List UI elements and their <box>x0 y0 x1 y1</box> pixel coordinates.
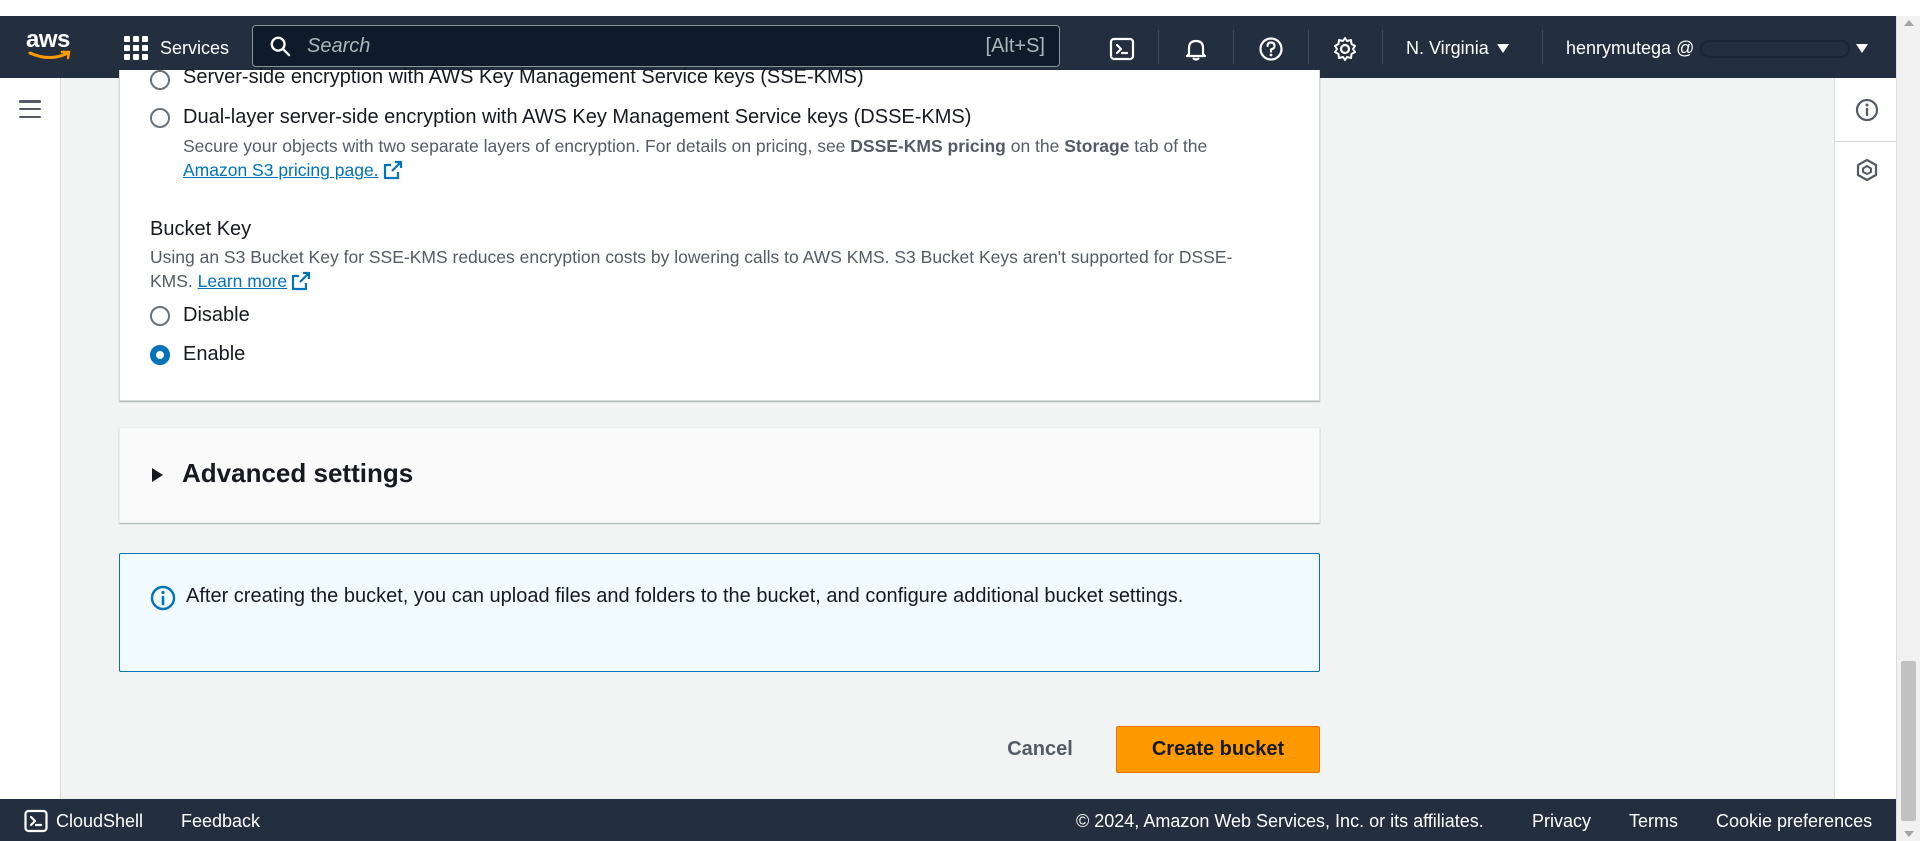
scrollbar-thumb[interactable] <box>1901 661 1916 821</box>
info-alert-message: After creating the bucket, you can uploa… <box>186 585 1184 607</box>
cookie-preferences-link[interactable]: Cookie preferences <box>1716 811 1872 832</box>
copyright-text: © 2024, Amazon Web Services, Inc. or its… <box>1076 811 1484 831</box>
info-panel-icon[interactable] <box>1855 98 1879 122</box>
cloudshell-icon <box>24 809 48 833</box>
privacy-link[interactable]: Privacy <box>1532 811 1591 832</box>
caret-down-icon <box>1496 44 1509 53</box>
page-scrollbar[interactable] <box>1896 16 1920 841</box>
search-shortcut-hint: [Alt+S] <box>985 34 1045 57</box>
disable-option-label: Disable <box>183 304 250 326</box>
nav-divider <box>1382 30 1383 64</box>
dsse-kms-description: Secure your objects with two separate la… <box>183 134 1283 182</box>
cloudshell-icon[interactable] <box>1109 36 1135 62</box>
external-link-icon <box>383 160 402 180</box>
services-label: Services <box>160 37 230 58</box>
console-footer: CloudShell Feedback © 2024, Amazon Web S… <box>0 799 1896 841</box>
search-box[interactable]: [Alt+S] <box>252 25 1060 67</box>
create-bucket-button[interactable]: Create bucket <box>1116 726 1320 773</box>
radio-dsse-kms[interactable] <box>150 108 170 128</box>
sse-kms-option-label: Server-side encryption with AWS Key Mana… <box>183 66 864 88</box>
nav-divider <box>1542 30 1543 64</box>
default-encryption-panel: Server-side encryption with AWS Key Mana… <box>119 66 1320 401</box>
s3-pricing-link[interactable]: Amazon S3 pricing page. <box>183 160 379 180</box>
services-menu-button[interactable]: Services <box>124 36 229 60</box>
notifications-bell-icon[interactable] <box>1183 36 1209 62</box>
enable-option-label: Enable <box>183 343 246 365</box>
nav-divider <box>1158 30 1159 64</box>
bucket-key-description: Using an S3 Bucket Key for SSE-KMS reduc… <box>150 245 1290 293</box>
nav-divider <box>1308 30 1309 64</box>
advanced-settings-title: Advanced settings <box>182 458 414 488</box>
caret-down-icon <box>1856 44 1869 53</box>
scroll-down-arrow-icon[interactable] <box>1904 831 1914 837</box>
radio-bucket-key-disable[interactable] <box>150 306 170 326</box>
terms-link[interactable]: Terms <box>1629 811 1678 832</box>
window-top-strip <box>0 0 1920 16</box>
help-icon[interactable] <box>1258 36 1284 62</box>
dsse-kms-option-label: Dual-layer server-side encryption with A… <box>183 106 972 128</box>
desc-bold-pricing: DSSE-KMS pricing <box>850 136 1006 156</box>
external-link-icon <box>292 271 311 291</box>
desc-text: on the <box>1005 136 1065 156</box>
search-input[interactable] <box>305 33 986 59</box>
redacted-account-id <box>1700 39 1851 58</box>
nav-divider <box>1233 30 1234 64</box>
services-grid-icon <box>124 36 148 60</box>
settings-gear-icon[interactable] <box>1332 36 1358 62</box>
amazon-q-icon[interactable] <box>1855 158 1879 182</box>
desc-text: Secure your objects with two separate la… <box>183 136 851 156</box>
desc-bold-storage: Storage <box>1064 136 1130 156</box>
account-menu[interactable]: henrymutega @ <box>1566 38 1869 59</box>
aws-logo[interactable]: aws <box>26 28 74 66</box>
search-icon <box>270 36 291 57</box>
info-alert: After creating the bucket, you can uploa… <box>119 553 1320 672</box>
learn-more-link[interactable]: Learn more <box>198 271 288 291</box>
cloudshell-label: CloudShell <box>56 810 144 831</box>
advanced-settings-expander[interactable]: Advanced settings <box>119 427 1320 523</box>
desc-text: KMS. <box>150 271 198 291</box>
bucket-key-title: Bucket Key <box>150 218 252 240</box>
desc-text: tab of the <box>1129 136 1208 156</box>
aws-smile-icon <box>28 50 71 60</box>
cancel-button[interactable]: Cancel <box>992 726 1088 772</box>
feedback-link[interactable]: Feedback <box>181 811 260 832</box>
rail-divider <box>1835 141 1897 142</box>
desc-text: Using an S3 Bucket Key for SSE-KMS reduc… <box>150 247 1233 267</box>
scroll-up-arrow-icon[interactable] <box>1904 20 1914 26</box>
account-label: henrymutega @ <box>1566 38 1695 58</box>
aws-logo-text: aws <box>26 26 70 53</box>
radio-sse-kms[interactable] <box>150 70 170 90</box>
info-icon <box>150 585 176 611</box>
radio-bucket-key-enable[interactable] <box>150 345 170 365</box>
caret-right-icon <box>152 468 163 482</box>
cloudshell-footer-button[interactable]: CloudShell <box>24 809 143 833</box>
right-tools-rail <box>1834 78 1897 799</box>
region-label: N. Virginia <box>1406 38 1489 58</box>
region-selector[interactable]: N. Virginia <box>1406 38 1509 59</box>
hamburger-menu-icon[interactable] <box>19 100 41 118</box>
left-navigation-rail <box>0 78 61 799</box>
